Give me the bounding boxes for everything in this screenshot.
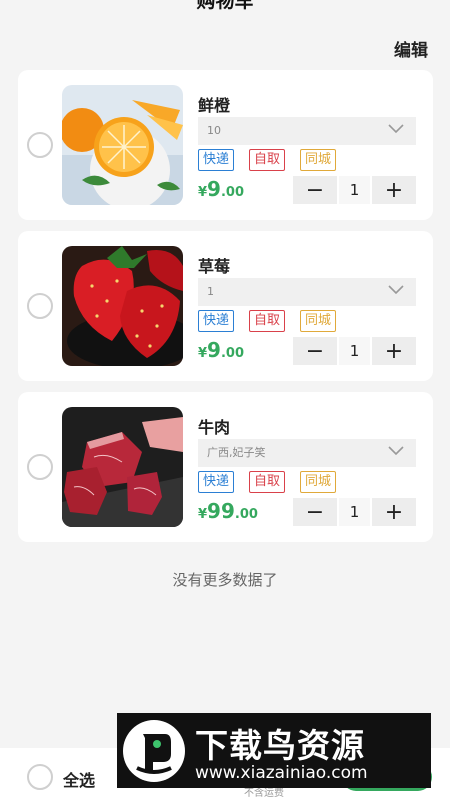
tag-pickup: 自取: [249, 310, 286, 332]
quantity-stepper: − 1 +: [293, 176, 416, 204]
tag-pickup: 自取: [249, 471, 286, 493]
product-image[interactable]: [62, 246, 183, 366]
increase-button[interactable]: +: [372, 498, 416, 526]
page-title: 购物车: [196, 0, 254, 12]
cart-item: 草莓 1 快递 自取 同城 ¥9.00 − 1 +: [18, 231, 433, 381]
tag-same-city: 同城: [300, 471, 337, 493]
product-name: 鲜橙: [198, 96, 231, 115]
spec-dropdown[interactable]: 广西,妃子笑: [198, 439, 416, 467]
quantity-stepper: − 1 +: [293, 498, 416, 526]
item-select-radio[interactable]: [27, 132, 53, 158]
increase-button[interactable]: +: [372, 337, 416, 365]
edit-button[interactable]: 编辑: [394, 36, 428, 61]
quantity-input[interactable]: 1: [339, 498, 370, 526]
increase-button[interactable]: +: [372, 176, 416, 204]
cart-item: 鲜橙 10 快递 自取 同城 ¥9.00 − 1 +: [18, 70, 433, 220]
tag-express: 快递: [198, 471, 235, 493]
quantity-input[interactable]: 1: [339, 337, 370, 365]
product-image[interactable]: [62, 85, 183, 205]
item-select-radio[interactable]: [27, 454, 53, 480]
tag-pickup: 自取: [249, 149, 286, 171]
spec-value: 1: [207, 285, 214, 298]
spec-value: 广西,妃子笑: [207, 446, 266, 459]
product-price: ¥99.00: [198, 499, 258, 523]
product-name: 牛肉: [198, 418, 231, 437]
decrease-button[interactable]: −: [293, 176, 337, 204]
spec-dropdown[interactable]: 10: [198, 117, 416, 145]
watermark-url: www.xiazainiao.com: [195, 763, 368, 783]
watermark-title: 下载鸟资源: [195, 726, 365, 765]
tag-same-city: 同城: [300, 149, 337, 171]
chevron-down-icon: [388, 446, 404, 456]
select-all-radio[interactable]: [27, 764, 53, 790]
list-end-text: 没有更多数据了: [172, 571, 278, 589]
decrease-button[interactable]: −: [293, 498, 337, 526]
watermark-banner: 下载鸟资源 www.xiazainiao.com: [117, 713, 431, 788]
product-price: ¥9.00: [198, 338, 244, 362]
item-select-radio[interactable]: [27, 293, 53, 319]
tag-express: 快递: [198, 310, 235, 332]
spec-value: 10: [207, 124, 221, 137]
cart-item: 牛肉 广西,妃子笑 快递 自取 同城 ¥99.00 − 1 +: [18, 392, 433, 542]
product-image[interactable]: [62, 407, 183, 527]
product-name: 草莓: [198, 257, 231, 276]
product-price: ¥9.00: [198, 177, 244, 201]
chevron-down-icon: [388, 285, 404, 295]
decrease-button[interactable]: −: [293, 337, 337, 365]
tag-same-city: 同城: [300, 310, 337, 332]
chevron-down-icon: [388, 124, 404, 134]
bird-logo-icon: [123, 720, 185, 782]
quantity-stepper: − 1 +: [293, 337, 416, 365]
tag-express: 快递: [198, 149, 235, 171]
quantity-input[interactable]: 1: [339, 176, 370, 204]
select-all-label[interactable]: 全选: [63, 767, 95, 791]
spec-dropdown[interactable]: 1: [198, 278, 416, 306]
